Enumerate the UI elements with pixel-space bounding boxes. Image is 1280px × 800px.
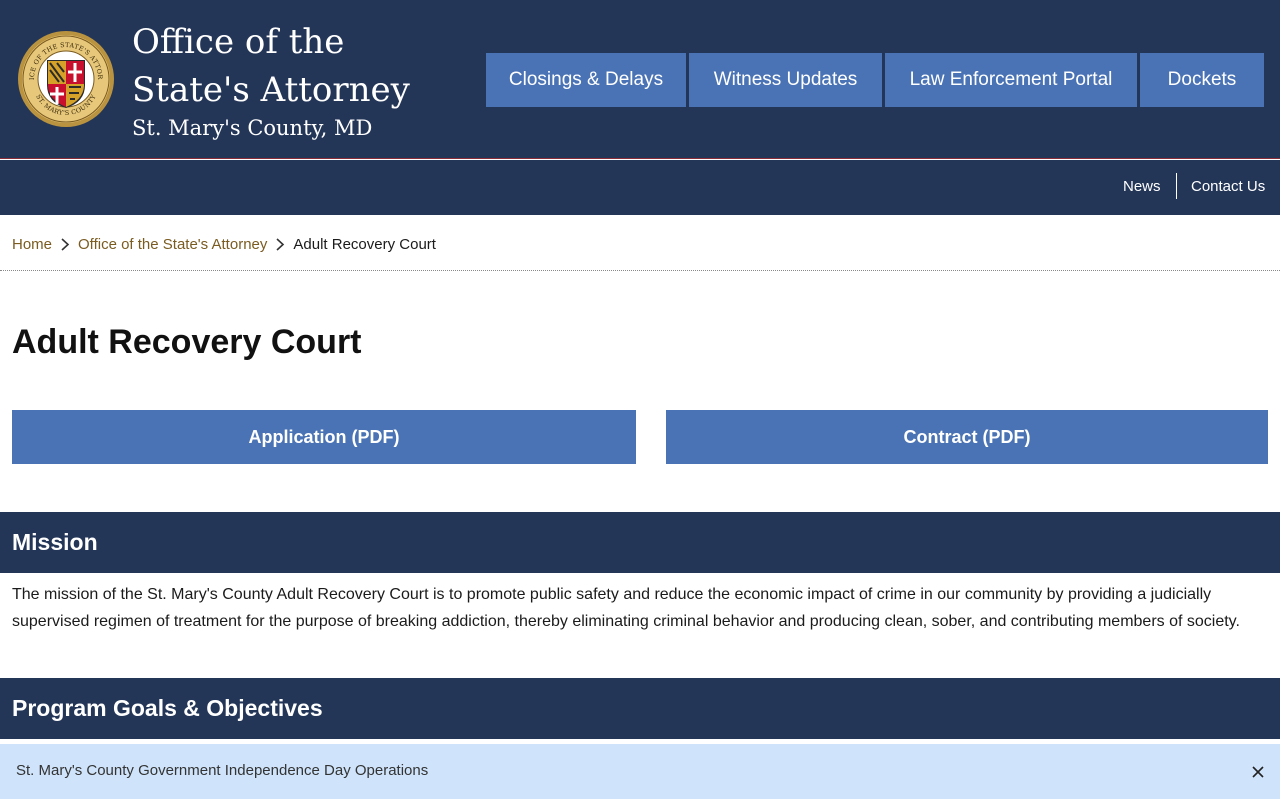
mission-heading: Mission: [0, 512, 1280, 573]
close-icon[interactable]: [1250, 764, 1266, 780]
closings-delays-button[interactable]: Closings & Delays: [486, 53, 686, 107]
county-seal-icon[interactable]: OFFICE OF THE STATE'S ATTORNEY ST. MARY'…: [17, 30, 115, 128]
chevron-right-icon: [52, 233, 78, 255]
breadcrumb-states-attorney[interactable]: Office of the State's Attorney: [78, 236, 267, 253]
site-subtitle: St. Mary's County, MD: [132, 116, 373, 140]
page-title: Adult Recovery Court: [12, 323, 362, 361]
nav-contact-us-link[interactable]: Contact Us: [1191, 177, 1265, 197]
application-pdf-button[interactable]: Application (PDF): [12, 410, 636, 464]
nav-news-link[interactable]: News: [1123, 177, 1161, 197]
secondary-nav: News Contact Us: [0, 160, 1280, 215]
breadcrumb-current: Adult Recovery Court: [293, 235, 436, 253]
site-header: OFFICE OF THE STATE'S ATTORNEY ST. MARY'…: [0, 0, 1280, 159]
goals-heading[interactable]: Program Goals & Objectives: [0, 678, 1280, 739]
breadcrumb-home[interactable]: Home: [12, 236, 52, 253]
contract-pdf-button[interactable]: Contract (PDF): [666, 410, 1268, 464]
breadcrumb-divider: [0, 270, 1280, 271]
chevron-right-icon: [267, 233, 293, 255]
nav-divider: [1176, 173, 1177, 199]
alert-link[interactable]: St. Mary's County Government Independenc…: [16, 761, 428, 781]
dockets-button[interactable]: Dockets: [1140, 53, 1264, 107]
site-title[interactable]: Office of the State's Attorney: [132, 18, 452, 114]
witness-updates-button[interactable]: Witness Updates: [689, 53, 882, 107]
breadcrumb: Home Office of the State's Attorney Adul…: [12, 233, 436, 255]
law-enforcement-portal-button[interactable]: Law Enforcement Portal: [885, 53, 1137, 107]
alert-banner: St. Mary's County Government Independenc…: [0, 744, 1280, 799]
mission-text: The mission of the St. Mary's County Adu…: [12, 586, 1240, 630]
